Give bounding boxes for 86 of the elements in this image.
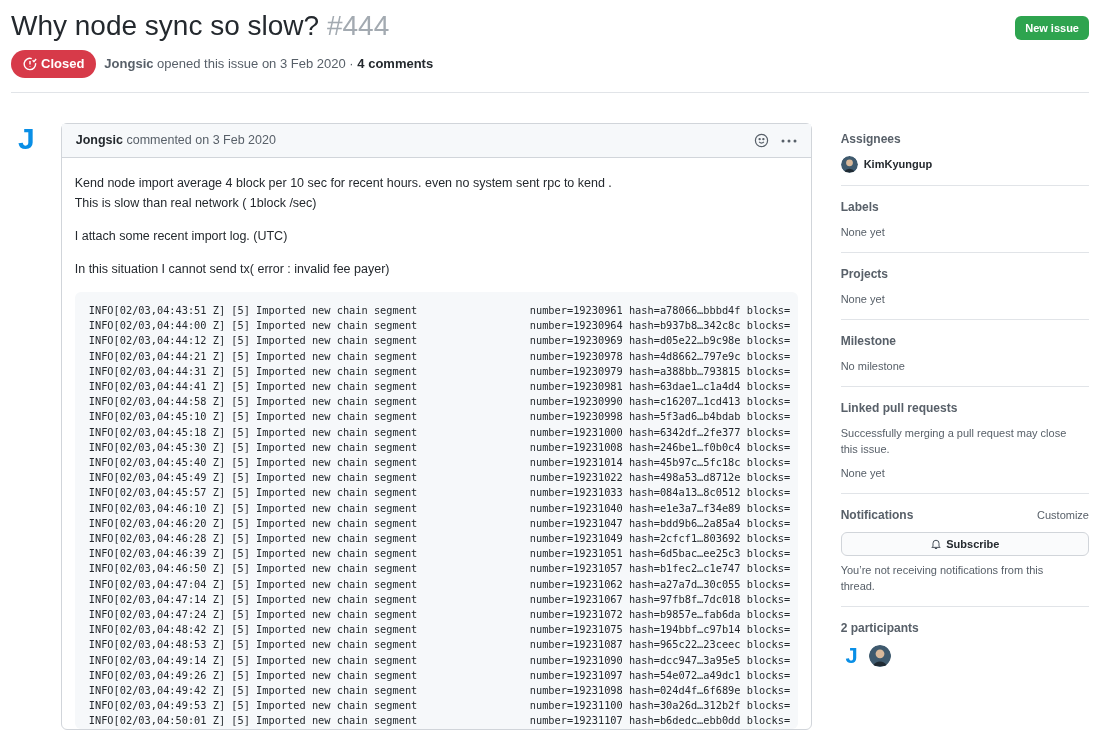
- log-fields: number=19230961 hash=a78066…bbbd4f blocks=: [529, 303, 791, 319]
- log-message: INFO[02/03,04:45:57 Z] [5] Imported new chain segment: [88, 485, 419, 501]
- log-message: INFO[02/03,04:45:18 Z] [5] Imported new chain segment: [88, 424, 419, 440]
- section-text: None yet: [840, 225, 886, 240]
- assignee-name[interactable]: KimKyungup: [863, 156, 933, 173]
- comment-text: This is slow than real network ( 1block /sec): [74, 195, 318, 212]
- section-title: Projects: [840, 266, 890, 283]
- log-message: INFO[02/03,04:44:31 Z] [5] Imported new chain segment: [88, 363, 419, 379]
- log-fields: number=19231040 hash=e1e3a7…f34e89 blocks=: [529, 500, 791, 516]
- log-message: INFO[02/03,04:49:53 Z] [5] Imported new chain segment: [88, 698, 419, 714]
- log-message: INFO[02/03,04:46:10 Z] [5] Imported new chain segment: [88, 500, 419, 516]
- section-title: Milestone: [840, 333, 897, 350]
- section-title: Assignees: [840, 131, 902, 148]
- log-message: INFO[02/03,04:49:14 Z] [5] Imported new chain segment: [88, 652, 419, 668]
- log-fields: number=19231049 hash=2cfcf1…803692 blocks=: [529, 531, 791, 547]
- log-fields: number=19231072 hash=b9857e…fab6da blocks=: [529, 607, 791, 623]
- log-fields: number=19230998 hash=5f3ad6…b4bdab blocks=: [529, 409, 791, 425]
- log-fields: number=19230981 hash=63dae1…c1a4d4 blocks=: [529, 379, 791, 395]
- log-fields: number=19231014 hash=45b97c…5fc18c blocks=: [529, 455, 791, 471]
- comment-text: Kend node import average 4 block per 10 sec for recent hours. even no system sent rpc to kend .: [74, 175, 613, 192]
- log-message: INFO[02/03,04:44:58 Z] [5] Imported new chain segment: [88, 394, 419, 410]
- log-message: INFO[02/03,04:48:42 Z] [5] Imported new chain segment: [88, 622, 419, 638]
- log-fields: number=19231008 hash=246be1…f0b0c4 blocks=: [529, 439, 791, 456]
- section-title: Notifications: [840, 507, 914, 524]
- log-message: INFO[02/03,04:47:24 Z] [5] Imported new chain segment: [88, 607, 419, 623]
- section-text: Successfully merging a pull request may close this issue.: [840, 426, 1068, 457]
- log-fields: number=19230969 hash=d05e22…b9c98e blocks=: [529, 333, 791, 349]
- log-message: INFO[02/03,04:46:50 Z] [5] Imported new chain segment: [88, 561, 419, 577]
- log-fields: number=19231000 hash=6342df…2fe377 blocks=: [529, 424, 791, 440]
- log-fields: number=19231100 hash=30a26d…312b2f blocks=: [529, 698, 791, 714]
- log-message: INFO[02/03,04:45:49 Z] [5] Imported new chain segment: [88, 470, 419, 486]
- log-fields: number=19230978 hash=4d8662…797e9c blocks=: [529, 348, 791, 364]
- log-fields: number=19230979 hash=a388bb…793815 blocks=: [529, 363, 791, 379]
- comment-text: In this situation I cannot send tx( error : invalid fee payer): [74, 261, 391, 278]
- log-message: INFO[02/03,04:48:53 Z] [5] Imported new chain segment: [88, 637, 419, 653]
- log-fields: number=19230964 hash=b937b8…342c8c blocks=: [529, 318, 791, 334]
- section-title: 2 participants: [840, 620, 920, 637]
- log-message: INFO[02/03,04:43:51 Z] [5] Imported new chain segment: [88, 303, 419, 318]
- avatar: [868, 645, 891, 667]
- section-title: Linked pull requests: [840, 400, 959, 417]
- subscribe-button[interactable]: Subscribe: [840, 532, 1089, 556]
- log-message: INFO[02/03,04:46:28 Z] [5] Imported new chain segment: [88, 531, 419, 547]
- comment-meta: Jongsic commented on 3 Feb 2020: [75, 132, 276, 150]
- log-fields: number=19231051 hash=6d5bac…ee25c3 blocks=: [529, 546, 791, 562]
- section-text: No milestone: [840, 359, 906, 374]
- issue-title: Why node sync so slow? #444: [11, 9, 390, 43]
- customize-link[interactable]: Customize: [1037, 506, 1089, 524]
- log-message: INFO[02/03,04:49:26 Z] [5] Imported new chain segment: [88, 667, 419, 683]
- log-fields: number=19231075 hash=194bbf…c97b14 blocks=: [529, 622, 791, 638]
- more-icon[interactable]: [780, 138, 797, 143]
- section-text: None yet: [840, 292, 886, 307]
- log-message: INFO[02/03,04:44:12 Z] [5] Imported new chain segment: [88, 333, 419, 349]
- log-message: INFO[02/03,04:45:10 Z] [5] Imported new chain segment: [88, 409, 419, 425]
- log-fields: number=19231098 hash=024d4f…6f689e blocks=: [529, 683, 791, 699]
- log-fields: number=19231047 hash=bdd9b6…2a85a4 blocks=: [529, 515, 791, 532]
- closed-issue-icon: [23, 57, 37, 71]
- log-fields: number=19231062 hash=a27a7d…30c055 blocks=: [529, 576, 791, 592]
- log-fields: number=19231057 hash=b1fec2…c1e747 blocks=: [529, 561, 791, 577]
- bell-icon: [930, 538, 943, 550]
- log-message: INFO[02/03,04:45:40 Z] [5] Imported new chain segment: [88, 455, 419, 471]
- section-title: Labels: [840, 199, 880, 216]
- log-fields: number=19231022 hash=498a53…d8712e blocks=: [529, 470, 791, 486]
- log-message: INFO[02/03,04:45:30 Z] [5] Imported new chain segment: [88, 439, 419, 455]
- comment-text: I attach some recent import log. (UTC): [74, 228, 289, 245]
- log-fields: number=19231087 hash=965c22…23ceec blocks=: [529, 637, 791, 653]
- log-fields: number=19231090 hash=dcc947…3a95e5 blocks=: [529, 652, 791, 668]
- log-message: INFO[02/03,04:46:39 Z] [5] Imported new chain segment: [88, 546, 419, 562]
- log-fields: number=19231067 hash=97fb8f…7dc018 blocks=: [529, 591, 791, 608]
- log-message: INFO[02/03,04:47:04 Z] [5] Imported new chain segment: [88, 576, 419, 592]
- log-message: INFO[02/03,04:44:21 Z] [5] Imported new chain segment: [88, 348, 419, 364]
- log-message: INFO[02/03,04:50:01 Z] [5] Imported new chain segment: [88, 713, 419, 729]
- notification-note: You’re not receiving notifications from this thread.: [840, 563, 1045, 594]
- log-message: INFO[02/03,04:44:00 Z] [5] Imported new chain segment: [88, 318, 419, 334]
- avatar: [840, 156, 858, 173]
- log-fields: number=19231097 hash=54e072…a49dc1 blocks=: [529, 667, 791, 684]
- log-message: INFO[02/03,04:47:14 Z] [5] Imported new chain segment: [88, 591, 419, 607]
- log-fields: number=19231033 hash=084a13…8c0512 blocks=: [529, 485, 791, 501]
- log-message: INFO[02/03,04:44:41 Z] [5] Imported new chain segment: [88, 379, 419, 394]
- log-fields: number=19231107 hash=b6dedc…ebb0dd blocks=: [529, 713, 791, 729]
- section-text: None yet: [840, 466, 886, 481]
- log-fields: number=19230990 hash=c16207…1cd413 blocks=: [529, 394, 791, 410]
- log-message: INFO[02/03,04:46:20 Z] [5] Imported new chain segment: [88, 515, 419, 531]
- smiley-icon[interactable]: [753, 133, 769, 148]
- issue-meta: Jongsic opened this issue on 3 Feb 2020 · 4 comments: [104, 55, 434, 74]
- log-message: INFO[02/03,04:49:42 Z] [5] Imported new chain segment: [88, 683, 419, 699]
- state-badge: Closed: [11, 50, 97, 78]
